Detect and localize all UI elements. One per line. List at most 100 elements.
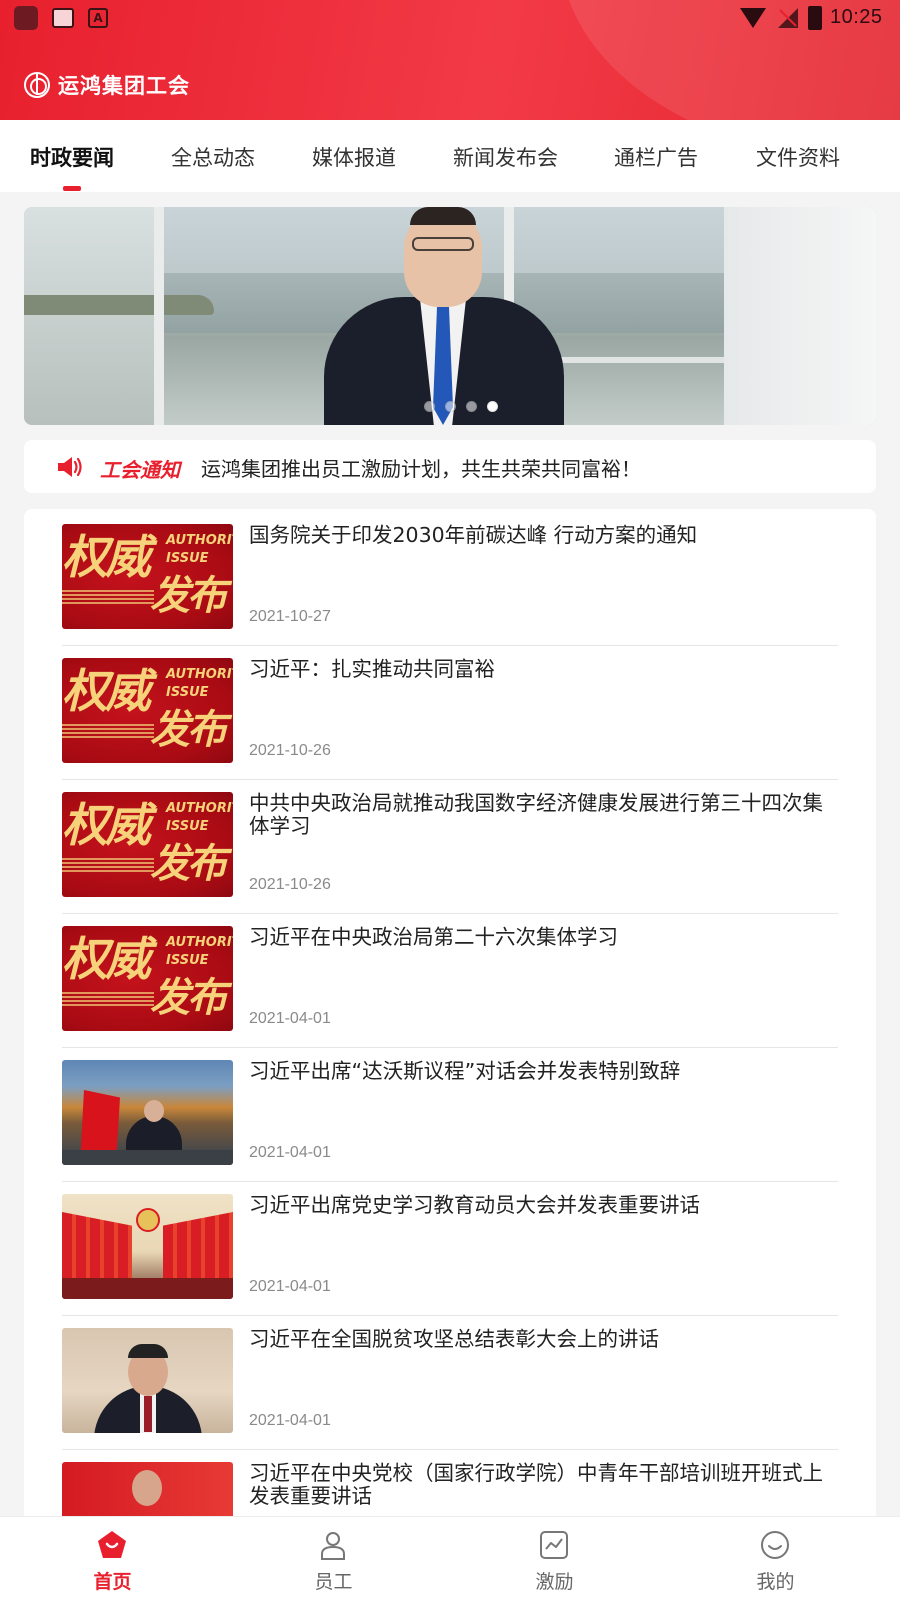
notice-label: 工会通知 bbox=[100, 458, 180, 482]
status-time: 10:25 bbox=[830, 6, 883, 28]
flags-shape bbox=[62, 1212, 132, 1280]
battery-icon bbox=[808, 6, 822, 30]
text-notification-icon: A bbox=[88, 8, 108, 28]
thumb-text-en: AUTHORITYISSUE bbox=[166, 935, 233, 968]
nav-home[interactable]: 首页 bbox=[0, 1517, 225, 1600]
news-date: 2021-04-01 bbox=[249, 1412, 331, 1429]
chart-icon bbox=[540, 1531, 568, 1559]
carousel-dot[interactable] bbox=[445, 401, 456, 412]
news-item[interactable]: 权威 发布 AUTHORITYISSUE 习近平：扎实推动共同富裕 2021-1… bbox=[62, 643, 838, 780]
authority-issue-thumbnail: 权威 发布 AUTHORITYISSUE bbox=[62, 524, 233, 629]
party-meeting-photo-thumbnail bbox=[62, 1194, 233, 1299]
brand: 运鸿集团工会 bbox=[24, 70, 190, 100]
megaphone-icon bbox=[58, 457, 82, 477]
tab-federation-news[interactable]: 全总动态 bbox=[171, 142, 255, 172]
nav-label: 激励 bbox=[535, 1571, 574, 1593]
news-item[interactable]: 习近平出席“达沃斯议程”对话会并发表特别致辞 2021-04-01 bbox=[62, 1045, 838, 1182]
carousel-dots bbox=[424, 401, 498, 412]
stage-shape bbox=[62, 1278, 233, 1299]
person-icon bbox=[321, 1532, 345, 1560]
news-title: 中共中央政治局就推动我国数字经济健康发展进行第三十四次集体学习 bbox=[249, 791, 823, 838]
thumb-stripes bbox=[62, 858, 154, 872]
smile-icon bbox=[761, 1531, 789, 1559]
banner-carousel[interactable] bbox=[24, 207, 876, 425]
thumb-stripes bbox=[62, 590, 154, 604]
thumb-text: 权威 bbox=[62, 798, 151, 852]
app-title: 运鸿集团工会 bbox=[58, 74, 190, 98]
person-head-shape bbox=[132, 1470, 162, 1506]
union-notice-bar[interactable]: 工会通知 运鸿集团推出员工激励计划，共生共荣共同富裕！ bbox=[24, 440, 876, 493]
thumb-text: 权威 bbox=[62, 530, 151, 584]
nav-mine[interactable]: 我的 bbox=[663, 1517, 888, 1600]
news-date: 2021-04-01 bbox=[249, 1144, 331, 1161]
speaker-hair bbox=[410, 207, 476, 225]
news-date: 2021-10-26 bbox=[249, 742, 331, 759]
bottom-navigation: 首页 员工 激励 我的 bbox=[0, 1516, 900, 1600]
thumb-text: 发布 bbox=[150, 975, 227, 1021]
home-icon bbox=[98, 1531, 126, 1558]
no-signal-icon bbox=[778, 8, 798, 28]
tab-politics-news[interactable]: 时政要闻 bbox=[30, 142, 114, 172]
emblem-shape bbox=[136, 1208, 160, 1232]
person-head-shape bbox=[144, 1100, 164, 1122]
thumb-stripes bbox=[62, 724, 154, 738]
news-title: 习近平出席党史学习教育动员大会并发表重要讲话 bbox=[249, 1193, 700, 1217]
news-date: 2021-10-26 bbox=[249, 876, 331, 893]
gallery-notification-icon bbox=[52, 8, 74, 28]
nav-staff[interactable]: 员工 bbox=[221, 1517, 446, 1600]
thumb-text-en: AUTHORITYISSUE bbox=[166, 533, 233, 566]
nav-label: 员工 bbox=[314, 1571, 353, 1593]
union-logo-icon bbox=[24, 72, 50, 98]
flags-shape bbox=[163, 1212, 233, 1280]
banner-speaker bbox=[314, 207, 574, 425]
notice-text[interactable]: 运鸿集团推出员工激励计划，共生共荣共同富裕！ bbox=[201, 453, 641, 482]
news-item[interactable]: 权威 发布 AUTHORITYISSUE 中共中央政治局就推动我国数字经济健康发… bbox=[62, 777, 838, 914]
window-frame bbox=[154, 207, 164, 425]
wifi-icon bbox=[740, 8, 766, 28]
thumb-text-en: AUTHORITYISSUE bbox=[166, 801, 233, 834]
banner-wall bbox=[724, 207, 876, 425]
category-tabs: 时政要闻 全总动态 媒体报道 新闻发布会 通栏广告 文件资料 bbox=[0, 120, 900, 192]
news-list: 权威 发布 AUTHORITYISSUE 国务院关于印发2030年前碳达峰 行动… bbox=[24, 509, 876, 1600]
thumb-text: 权威 bbox=[62, 664, 151, 718]
banner-window bbox=[24, 207, 164, 425]
thumb-text: 发布 bbox=[150, 841, 227, 887]
news-item[interactable]: 习近平在全国脱贫攻坚总结表彰大会上的讲话 2021-04-01 bbox=[62, 1313, 838, 1450]
desk-shape bbox=[62, 1150, 233, 1165]
tab-banner-ads[interactable]: 通栏广告 bbox=[614, 142, 698, 172]
news-title: 国务院关于印发2030年前碳达峰 行动方案的通知 bbox=[249, 523, 698, 547]
nav-label: 首页 bbox=[93, 1571, 132, 1593]
news-title: 习近平出席“达沃斯议程”对话会并发表特别致辞 bbox=[249, 1059, 681, 1083]
authority-issue-thumbnail: 权威 发布 AUTHORITYISSUE bbox=[62, 658, 233, 763]
banner-coast bbox=[24, 295, 214, 315]
news-date: 2021-10-27 bbox=[249, 608, 331, 625]
news-title: 习近平在全国脱贫攻坚总结表彰大会上的讲话 bbox=[249, 1327, 659, 1351]
thumb-text: 发布 bbox=[150, 573, 227, 619]
news-date: 2021-04-01 bbox=[249, 1278, 331, 1295]
news-date: 2021-04-01 bbox=[249, 1010, 331, 1027]
tab-press-conference[interactable]: 新闻发布会 bbox=[453, 142, 558, 172]
speech-photo-thumbnail bbox=[62, 1328, 233, 1433]
news-item[interactable]: 权威 发布 AUTHORITYISSUE 习近平在中央政治局第二十六次集体学习 … bbox=[62, 911, 838, 1048]
carousel-dot-active[interactable] bbox=[487, 401, 498, 412]
nav-label: 我的 bbox=[756, 1571, 795, 1593]
status-bar: A 10:25 bbox=[0, 0, 900, 38]
news-title: 习近平：扎实推动共同富裕 bbox=[249, 657, 495, 681]
thumb-text-en: AUTHORITYISSUE bbox=[166, 667, 233, 700]
news-item[interactable]: 权威 发布 AUTHORITYISSUE 国务院关于印发2030年前碳达峰 行动… bbox=[62, 509, 838, 646]
news-title: 习近平在中央政治局第二十六次集体学习 bbox=[249, 925, 618, 949]
authority-issue-thumbnail: 权威 发布 AUTHORITYISSUE bbox=[62, 792, 233, 897]
thumb-text: 权威 bbox=[62, 932, 151, 986]
active-tab-indicator bbox=[63, 186, 81, 191]
tab-media-reports[interactable]: 媒体报道 bbox=[312, 142, 396, 172]
carousel-dot[interactable] bbox=[466, 401, 477, 412]
authority-issue-thumbnail: 权威 发布 AUTHORITYISSUE bbox=[62, 926, 233, 1031]
nav-incentive[interactable]: 激励 bbox=[442, 1517, 667, 1600]
carousel-dot[interactable] bbox=[424, 401, 435, 412]
speaker-glasses bbox=[412, 237, 474, 251]
hair-shape bbox=[128, 1344, 168, 1358]
news-item[interactable]: 习近平出席党史学习教育动员大会并发表重要讲话 2021-04-01 bbox=[62, 1179, 838, 1316]
notification-app-icon bbox=[14, 6, 38, 30]
tab-documents[interactable]: 文件资料 bbox=[756, 142, 840, 172]
davos-photo-thumbnail bbox=[62, 1060, 233, 1165]
